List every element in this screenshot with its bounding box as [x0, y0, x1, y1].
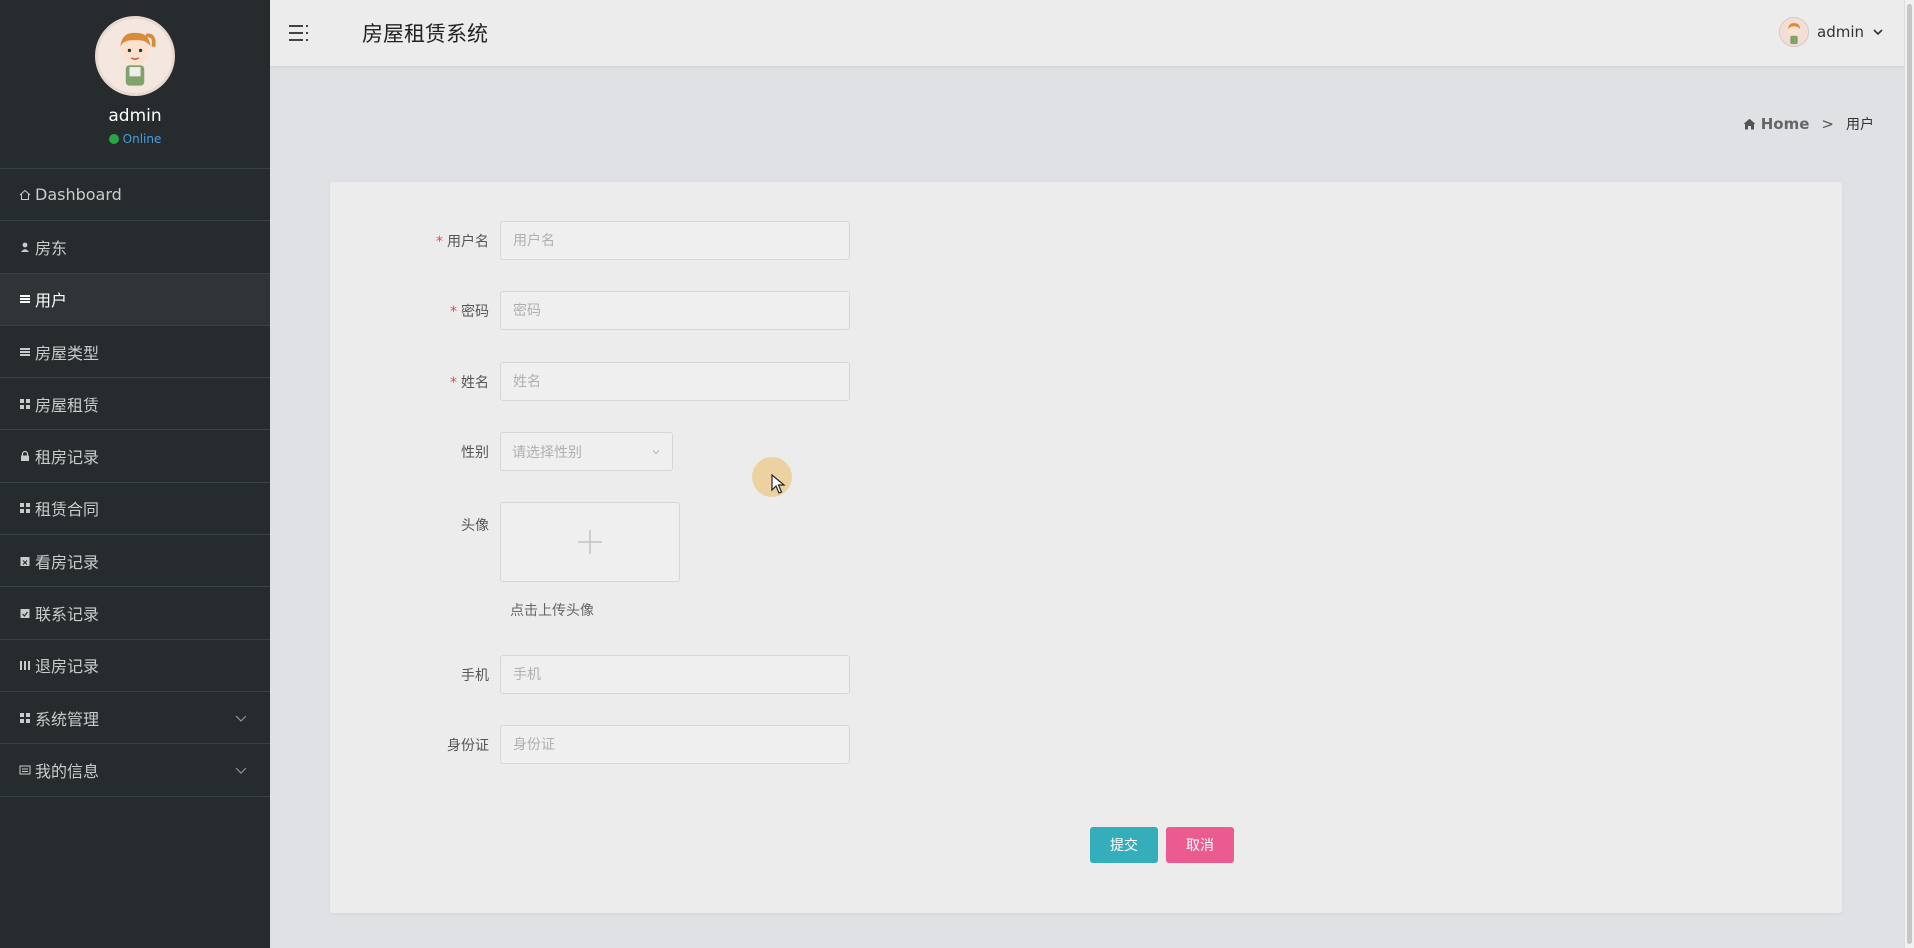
sidebar: admin Online Dashboard 房东 用户 房屋类型 房屋租赁 租… — [0, 0, 270, 948]
password-label: * 密码 — [330, 301, 500, 321]
sidebar-item-landlord[interactable]: 房东 — [0, 221, 270, 274]
profile-name: admin — [108, 106, 162, 126]
sidebar-item-contact-records[interactable]: 联系记录 — [0, 587, 270, 640]
sidebar-item-checkout-records[interactable]: 退房记录 — [0, 640, 270, 692]
user-menu-dropdown[interactable]: admin — [1779, 17, 1884, 47]
top-header: 房屋租赁系统 admin — [270, 0, 1904, 66]
grid-icon — [19, 712, 31, 724]
list-icon — [19, 293, 31, 305]
sidebar-item-viewing-records[interactable]: 看房记录 — [0, 535, 270, 588]
username-label: * 用户名 — [330, 231, 500, 251]
sidebar-item-label: 系统管理 — [35, 709, 100, 729]
phone-input[interactable] — [500, 655, 850, 694]
breadcrumb-separator: > — [1821, 115, 1834, 133]
avatar-illustration-icon — [98, 19, 172, 93]
password-label-text: 密码 — [461, 303, 489, 320]
username-input[interactable] — [500, 221, 850, 260]
avatar-upload-button[interactable] — [500, 502, 680, 582]
form-row-phone: 手机 — [330, 655, 850, 694]
mouse-pointer-icon — [771, 474, 786, 494]
name-input[interactable] — [500, 362, 850, 401]
sidebar-item-users[interactable]: 用户 — [0, 273, 270, 326]
calendar-check-icon — [19, 607, 31, 619]
sidebar-item-label: 看房记录 — [35, 552, 100, 572]
sidebar-item-dashboard[interactable]: Dashboard — [0, 169, 270, 222]
form-row-password: * 密码 — [330, 291, 850, 330]
submit-button[interactable]: 提交 — [1090, 827, 1158, 863]
gender-select-placeholder: 请选择性别 — [512, 444, 582, 461]
breadcrumb-home[interactable]: Home — [1743, 115, 1810, 133]
sidebar-item-label: 房屋类型 — [35, 343, 100, 363]
gender-label: 性别 — [461, 444, 489, 461]
grid-icon — [19, 502, 31, 514]
sidebar-item-label: 房东 — [35, 238, 68, 258]
sidebar-item-rental-records[interactable]: 租房记录 — [0, 430, 270, 483]
id-card-label: 身份证 — [447, 737, 489, 754]
name-label-text: 姓名 — [461, 374, 489, 391]
avatar — [1779, 17, 1809, 47]
user-form-card: *用户名 *密码 *姓名 性别 请选择性别 头像 点击上传头像 手机 身份证 提… — [330, 182, 1842, 913]
sidebar-item-label: 用户 — [35, 291, 68, 311]
avatar-upload-hint: 点击上传头像 — [510, 603, 594, 619]
phone-label: 手机 — [461, 667, 489, 684]
sidebar-item-label: 房屋租赁 — [35, 395, 100, 415]
sidebar-item-my-info[interactable]: 我的信息 — [0, 744, 270, 797]
required-mark: * — [436, 233, 443, 250]
required-mark: * — [450, 374, 457, 391]
required-mark: * — [450, 303, 457, 320]
sidebar-menu: Dashboard 房东 用户 房屋类型 房屋租赁 租房记录 租赁合同 看房记录… — [0, 168, 270, 797]
form-row-gender: 性别 请选择性别 — [330, 432, 673, 471]
calendar-x-icon — [19, 555, 31, 567]
sidebar-item-label: 联系记录 — [35, 605, 100, 625]
sidebar-item-house-types[interactable]: 房屋类型 — [0, 326, 270, 379]
chevron-down-icon — [235, 767, 247, 774]
sidebar-item-label: 租房记录 — [35, 448, 100, 468]
home-icon — [1743, 118, 1756, 130]
list-icon — [19, 346, 31, 358]
columns-icon — [19, 659, 31, 671]
breadcrumb-home-label: Home — [1760, 115, 1810, 133]
id-card-input[interactable] — [500, 725, 850, 764]
form-row-id-card: 身份证 — [330, 725, 850, 764]
password-input[interactable] — [500, 291, 850, 330]
sidebar-profile: admin Online — [0, 0, 270, 168]
app-title: 房屋租赁系统 — [362, 22, 488, 46]
page-scrollbar[interactable] — [1904, 0, 1914, 948]
status-text: Online — [122, 132, 162, 146]
home-icon — [19, 189, 31, 201]
form-row-name: * 姓名 — [330, 362, 850, 401]
sidebar-item-label: Dashboard — [35, 185, 122, 205]
breadcrumb: Home > 用户 — [1743, 114, 1874, 134]
online-status-dot-icon — [108, 134, 119, 144]
user-icon — [19, 241, 31, 253]
form-row-avatar: 头像 — [330, 502, 680, 582]
sidebar-item-label: 我的信息 — [35, 761, 100, 781]
chevron-down-icon — [1873, 29, 1883, 36]
menu-toggle-icon[interactable] — [288, 22, 310, 44]
sidebar-item-lease-contracts[interactable]: 租赁合同 — [0, 483, 270, 536]
avatar-label: 头像 — [461, 518, 489, 534]
chevron-down-icon — [652, 449, 660, 454]
profile-status: Online — [0, 132, 270, 146]
sidebar-item-system-management[interactable]: 系统管理 — [0, 692, 270, 745]
user-name: admin — [1817, 23, 1864, 41]
chevron-down-icon — [235, 715, 247, 722]
name-label: * 姓名 — [330, 372, 500, 392]
breadcrumb-current: 用户 — [1846, 117, 1874, 133]
sidebar-item-label: 租赁合同 — [35, 500, 100, 520]
grid-icon — [19, 398, 31, 410]
lock-icon — [19, 450, 31, 462]
gender-select[interactable]: 请选择性别 — [500, 432, 673, 471]
plus-icon — [578, 530, 602, 554]
form-row-username: * 用户名 — [330, 221, 850, 260]
profile-avatar[interactable] — [95, 16, 175, 96]
cancel-button[interactable]: 取消 — [1166, 827, 1234, 863]
sidebar-item-label: 退房记录 — [35, 657, 100, 677]
id-card-icon — [19, 764, 31, 776]
scrollbar-thumb[interactable] — [1907, 4, 1912, 944]
username-label-text: 用户名 — [447, 233, 489, 250]
sidebar-item-house-rental[interactable]: 房屋租赁 — [0, 378, 270, 431]
